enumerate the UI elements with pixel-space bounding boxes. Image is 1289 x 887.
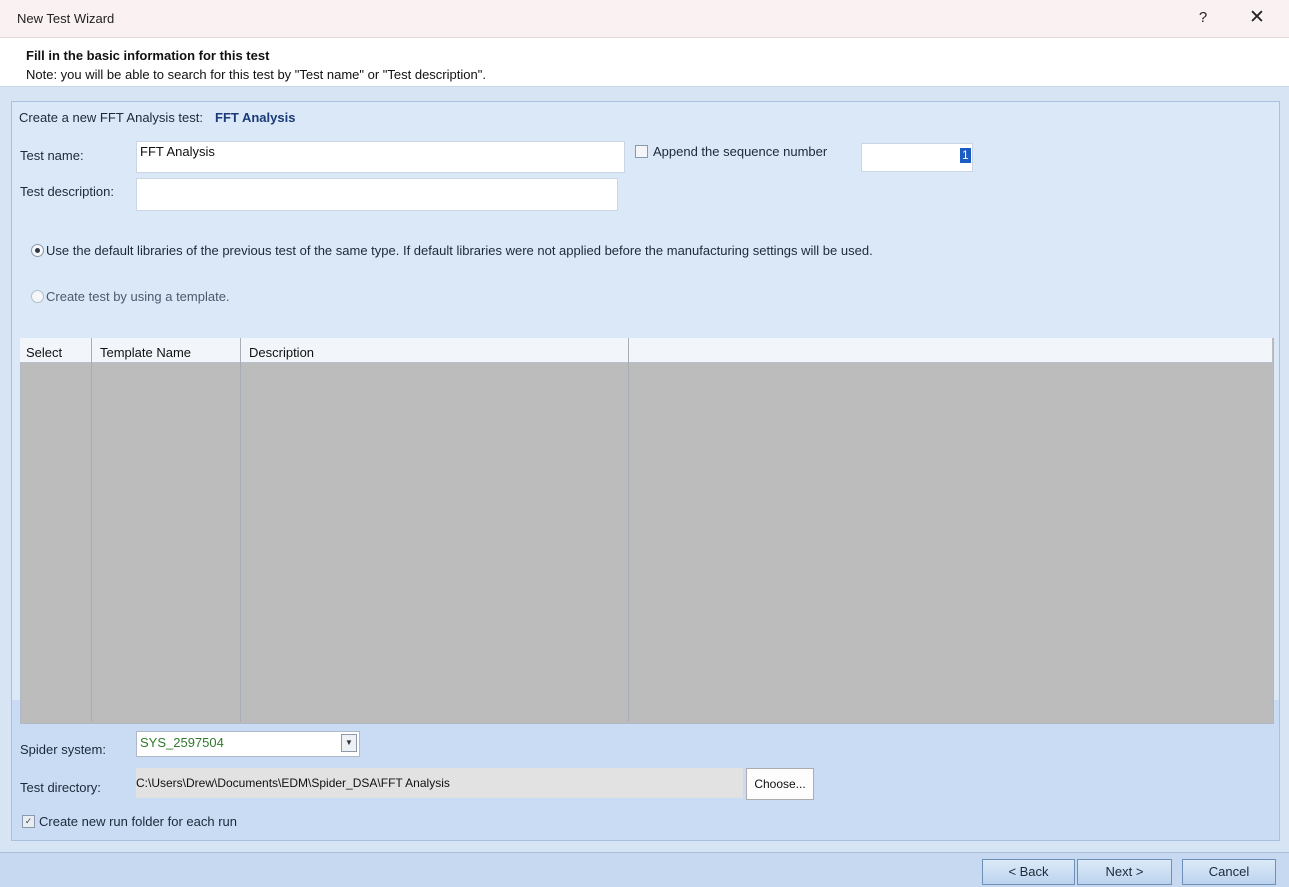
close-icon[interactable]: ✕	[1240, 4, 1274, 32]
append-sequence-checkbox[interactable]	[635, 145, 648, 158]
wizard-header: Fill in the basic information for this t…	[0, 38, 1289, 87]
test-name-label: Test name:	[20, 148, 84, 163]
test-type-label: FFT Analysis	[215, 110, 296, 125]
template-table[interactable]	[20, 338, 1274, 724]
sequence-number-value: 1	[960, 148, 971, 163]
window-title: New Test Wizard	[17, 11, 115, 26]
run-folder-label: Create new run folder for each run	[39, 814, 237, 829]
template-table-header	[20, 338, 1272, 363]
template-radio[interactable]	[31, 290, 44, 303]
column-header-select[interactable]: Select	[26, 345, 62, 360]
cancel-button[interactable]: Cancel	[1182, 859, 1276, 885]
default-libraries-label: Use the default libraries of the previou…	[46, 243, 873, 258]
default-libraries-radio[interactable]	[31, 244, 44, 257]
help-icon[interactable]: ?	[1188, 4, 1218, 32]
choose-directory-button[interactable]: Choose...	[746, 768, 814, 800]
sequence-number-input[interactable]	[861, 143, 973, 172]
column-divider	[240, 338, 241, 722]
template-radio-label: Create test by using a template.	[46, 289, 230, 304]
spider-system-label: Spider system:	[20, 742, 106, 757]
run-folder-checkbox[interactable]: ✓	[22, 815, 35, 828]
append-sequence-label: Append the sequence number	[653, 144, 828, 159]
test-name-value: FFT Analysis	[140, 144, 215, 159]
radio-selected-dot	[35, 248, 40, 253]
spider-system-value: SYS_2597504	[140, 735, 224, 750]
test-directory-label: Test directory:	[20, 780, 101, 795]
test-directory-value: C:\Users\Drew\Documents\EDM\Spider_DSA\F…	[136, 776, 450, 790]
chevron-down-icon[interactable]: ▼	[341, 734, 357, 752]
column-divider	[91, 338, 92, 722]
column-header-template-name[interactable]: Template Name	[100, 345, 191, 360]
create-test-label: Create a new FFT Analysis test:	[19, 110, 203, 125]
column-header-description[interactable]: Description	[249, 345, 314, 360]
next-button[interactable]: Next >	[1077, 859, 1172, 885]
back-button[interactable]: < Back	[982, 859, 1075, 885]
test-description-label: Test description:	[20, 184, 114, 199]
column-divider	[628, 338, 629, 722]
header-note: Note: you will be able to search for thi…	[26, 67, 486, 82]
title-bar	[0, 0, 1289, 38]
test-description-input[interactable]	[136, 178, 618, 211]
header-title: Fill in the basic information for this t…	[26, 48, 270, 63]
